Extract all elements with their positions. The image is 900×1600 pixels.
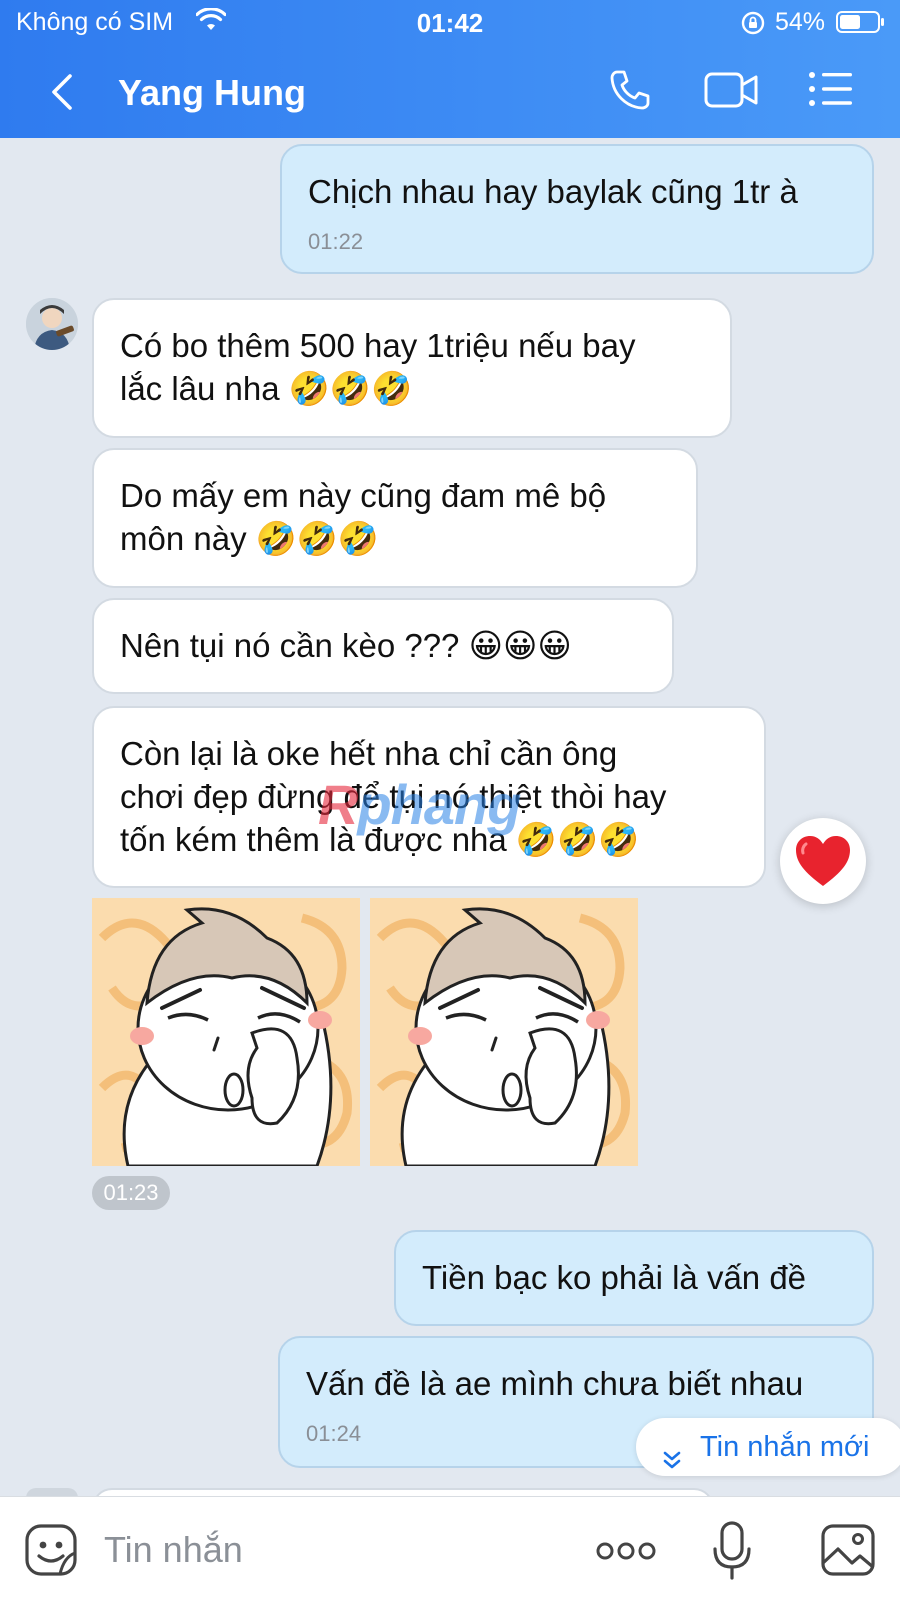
image-icon[interactable] <box>820 1523 876 1582</box>
chevron-down-icon <box>660 1435 684 1493</box>
message-text-line: Do mấy em này cũng đam mê bộ <box>120 477 607 514</box>
message-text-line: Có bo thêm 500 hay 1triệu nếu bay <box>120 327 636 364</box>
message-text-line: lắc lâu nha 🤣🤣🤣 <box>120 370 413 407</box>
message-bubble-incoming[interactable]: Do mấy em này cũng đam mê bộ môn này 🤣🤣🤣 <box>92 448 698 588</box>
message-time: 01:22 <box>308 229 364 254</box>
message-text: Vấn đề là ae mình chưa biết nhau <box>306 1365 804 1402</box>
heart-reaction[interactable] <box>780 818 866 904</box>
video-icon[interactable] <box>704 70 760 115</box>
sticker-image[interactable] <box>92 898 360 1166</box>
new-message-label: Tin nhắn mới <box>700 1431 870 1463</box>
more-icon[interactable] <box>596 1541 656 1566</box>
message-bubble-outgoing[interactable]: Chịch nhau hay baylak cũng 1tr à 01:22 <box>280 144 874 274</box>
message-text: Chịch nhau hay baylak cũng 1tr à <box>308 173 798 210</box>
message-text-line: Còn lại là oke hết nha chỉ cần ông <box>120 735 618 772</box>
emoji-icon[interactable] <box>24 1523 78 1582</box>
message-bubble-incoming[interactable]: Nên tụi nó cần kèo ??? 😀😀😀 <box>92 598 674 694</box>
battery-icon <box>836 10 886 39</box>
sticker-image[interactable] <box>370 898 638 1166</box>
avatar[interactable] <box>26 298 78 350</box>
new-message-button[interactable]: Tin nhắn mới <box>636 1418 900 1476</box>
lock-rotation-icon <box>740 10 766 41</box>
message-text: Tiền bạc ko phải là vấn đề <box>422 1259 807 1296</box>
watermark: Rphang <box>318 773 521 836</box>
mic-icon[interactable] <box>712 1521 752 1586</box>
back-icon[interactable] <box>44 70 84 114</box>
message-input[interactable]: Tin nhắn <box>104 1529 243 1571</box>
message-text-line: môn này 🤣🤣🤣 <box>120 520 380 557</box>
message-bubble-incoming[interactable]: Có bo thêm 500 hay 1triệu nếu bay lắc lâ… <box>92 298 732 438</box>
message-input-bar: Tin nhắn <box>0 1496 900 1600</box>
message-bubble-outgoing[interactable]: Tiền bạc ko phải là vấn đề <box>394 1230 874 1326</box>
status-bar: Không có SIM 01:42 54% <box>0 0 900 46</box>
battery-percent: 54% <box>775 8 826 36</box>
message-time: 01:23 <box>92 1176 170 1210</box>
phone-icon[interactable] <box>608 68 652 117</box>
message-text: Nên tụi nó cần kèo ??? 😀😀😀 <box>120 627 572 664</box>
chat-header: Không có SIM 01:42 54% Yang Hung <box>0 0 900 138</box>
contact-name[interactable]: Yang Hung <box>118 72 306 114</box>
menu-icon[interactable] <box>808 70 854 113</box>
heart-icon <box>794 834 852 893</box>
